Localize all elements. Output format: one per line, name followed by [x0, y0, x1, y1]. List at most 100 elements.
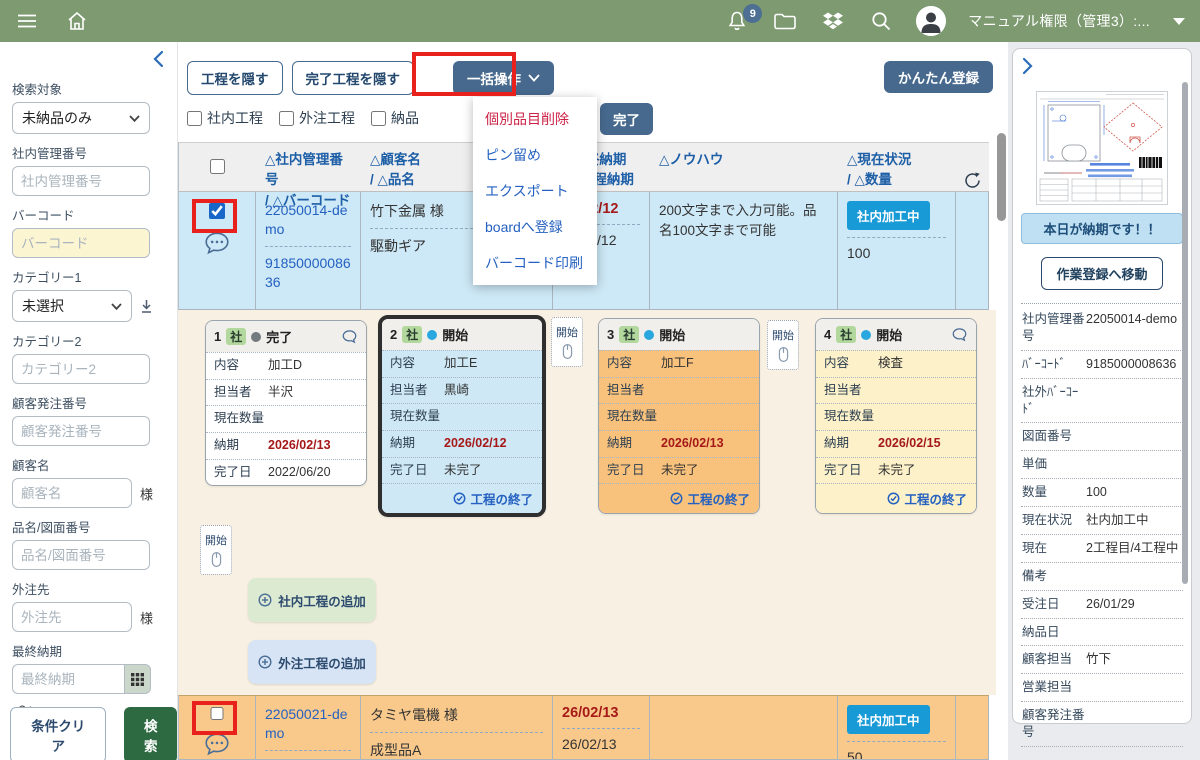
chat-icon[interactable]	[203, 230, 231, 256]
search-button[interactable]: 検索	[124, 707, 177, 760]
calendar-icon[interactable]	[124, 664, 151, 694]
category2-input[interactable]	[12, 354, 150, 384]
menu-item-board-register[interactable]: boardへ登録	[473, 209, 597, 245]
product-name: 成型品A	[370, 740, 543, 759]
filter-delivery[interactable]: 納品	[371, 108, 419, 128]
product-name-input[interactable]	[12, 540, 150, 570]
row-select-cell	[179, 192, 256, 309]
folder-icon[interactable]	[772, 8, 798, 34]
vendor-input[interactable]	[12, 602, 132, 632]
knowhow-cell: 200文字まで入力可能。品名100文字まで可能	[650, 192, 838, 309]
plus-circle-icon	[258, 655, 272, 669]
sidebar-collapse-icon[interactable]	[152, 50, 165, 68]
check-circle-icon	[453, 492, 466, 505]
process-drag-handle[interactable]: 開始	[551, 317, 583, 367]
process-card-4[interactable]: 4 社 開始 内容検査 担当者 現在数量 納期2026/02/15 完了日未完了…	[815, 318, 977, 514]
status-dot	[861, 330, 871, 340]
process-drag-handle[interactable]: 開始	[200, 525, 232, 575]
chat-icon[interactable]	[203, 731, 231, 757]
toolbar: 工程を隠す 完了工程を隠す 一括操作	[187, 61, 554, 95]
customer-cell: タミヤ電機 様 成型品A	[361, 696, 553, 759]
process-drag-handle[interactable]: 開始	[767, 320, 799, 370]
notifications-bell-icon[interactable]: 9	[724, 8, 750, 34]
add-external-process-button[interactable]: 外注工程の追加	[248, 640, 376, 684]
number-cell: 22050021-demo	[256, 696, 361, 759]
filter-delivery-checkbox[interactable]	[371, 111, 386, 126]
status-dot	[427, 330, 437, 340]
category1-select[interactable]: 未選択	[12, 290, 132, 322]
row-checkbox[interactable]	[209, 707, 225, 720]
status-cell: 社内加工中 100	[838, 192, 956, 309]
select-all-checkbox[interactable]	[210, 159, 225, 174]
chat-icon[interactable]	[341, 329, 358, 344]
menu-item-pin[interactable]: ピン留め	[473, 137, 597, 173]
mouse-icon	[561, 343, 574, 360]
filter-external-checkbox[interactable]	[279, 111, 294, 126]
clear-conditions-button[interactable]: 条件クリア	[10, 707, 106, 760]
process-card-header: 1 社 完了	[206, 321, 366, 352]
row-checkbox[interactable]	[209, 203, 225, 219]
avatar[interactable]	[916, 6, 946, 36]
user-role-label[interactable]: マニュアル権限（管理3）:...	[968, 11, 1150, 31]
topbar: 9 マニュアル権限（管理3）:...	[0, 0, 1200, 42]
process-card-header: 3 社 開始	[599, 319, 759, 350]
process-card-1[interactable]: 1 社 完了 内容加工D 担当者半沢 現在数量 納期2026/02/13 完了日…	[205, 320, 367, 486]
item-number-link[interactable]: 22050021-demo	[265, 705, 351, 743]
user-menu-caret-icon[interactable]	[1172, 16, 1186, 26]
final-due-from-input[interactable]	[12, 664, 124, 694]
done-filter-button[interactable]: 完了	[600, 103, 653, 135]
scroll-to-bottom-icon[interactable]	[140, 299, 153, 314]
kanri-input[interactable]	[12, 166, 150, 196]
check-circle-icon	[887, 492, 900, 505]
barcode-input[interactable]	[12, 228, 150, 258]
chat-icon[interactable]	[951, 327, 968, 342]
blueprint-thumbnail[interactable]	[1036, 91, 1168, 205]
end-process-link[interactable]: 工程の終了	[816, 483, 976, 513]
home-icon[interactable]	[64, 8, 90, 34]
dropbox-icon[interactable]	[820, 8, 846, 34]
item-number-link[interactable]: 22050014-demo	[265, 201, 351, 239]
chevron-down-icon	[528, 74, 540, 82]
customer-name-input[interactable]	[12, 478, 132, 508]
process-card-2[interactable]: 2 社 開始 内容加工E 担当者黒崎 現在数量 納期2026/02/12 完了日…	[378, 315, 546, 517]
move-to-work-register-button[interactable]: 作業登録へ移動	[1041, 257, 1162, 290]
detail-panel: 本日が納期です！！ 作業登録へ移動 社内管理番号22050014-demo ﾊﾞ…	[1008, 42, 1200, 760]
end-process-link[interactable]: 工程の終了	[599, 483, 759, 513]
easy-register-button[interactable]: かんたん登録	[884, 61, 993, 93]
menu-item-export[interactable]: エクスポート	[473, 173, 597, 209]
item-barcode-link[interactable]: 9185000008636	[265, 254, 351, 292]
process-card-3[interactable]: 3 社 開始 内容加工F 担当者 現在数量 納期2026/02/13 完了日未完…	[598, 318, 760, 514]
table-row[interactable]: 22050021-demo タミヤ電機 様 成型品A 26/02/13 26/0…	[178, 695, 989, 760]
status-dot	[644, 330, 654, 340]
bulk-operation-button[interactable]: 一括操作	[453, 61, 554, 95]
hide-process-button[interactable]: 工程を隠す	[187, 61, 283, 95]
hamburger-menu-icon[interactable]	[14, 8, 40, 34]
customer-order-no-input[interactable]	[12, 416, 150, 446]
process-card-header: 2 社 開始	[382, 319, 542, 350]
filter-internal-checkbox[interactable]	[187, 111, 202, 126]
panel-scrollbar[interactable]	[1182, 82, 1188, 584]
quantity: 100	[847, 245, 946, 261]
field-customer-order-number: 顧客発注番号	[1021, 702, 1183, 747]
customer-suffix: 様	[140, 484, 153, 503]
menu-item-delete-items[interactable]: 個別品目削除	[473, 101, 597, 137]
quantity: 50	[847, 749, 946, 759]
field-external-barcode: 社外ﾊﾞｰｺｰﾄﾞ	[1021, 379, 1183, 424]
final-due-label: 最終納期	[12, 641, 167, 660]
filter-external-process[interactable]: 外注工程	[279, 108, 355, 128]
process-status: 開始	[442, 325, 468, 344]
status-cell: 社内加工中 50	[838, 696, 956, 759]
search-target-select[interactable]: 未納品のみ	[12, 102, 150, 134]
menu-item-barcode-print[interactable]: バーコード印刷	[473, 245, 597, 281]
hide-done-process-button[interactable]: 完了工程を隠す	[292, 61, 415, 95]
panel-expand-icon[interactable]	[1021, 57, 1034, 75]
field-quantity: 数量100	[1021, 479, 1183, 507]
search-icon[interactable]	[868, 8, 894, 34]
add-internal-process-button[interactable]: 社内工程の追加	[248, 578, 376, 622]
refresh-icon[interactable]	[963, 171, 982, 190]
filter-internal-process[interactable]: 社内工程	[187, 108, 263, 128]
table-scrollbar[interactable]	[997, 133, 1006, 221]
detail-fields: 社内管理番号22050014-demo ﾊﾞｰｺｰﾄﾞ9185000008636…	[1021, 306, 1183, 747]
process-status: 開始	[659, 325, 685, 344]
end-process-link[interactable]: 工程の終了	[382, 483, 542, 513]
